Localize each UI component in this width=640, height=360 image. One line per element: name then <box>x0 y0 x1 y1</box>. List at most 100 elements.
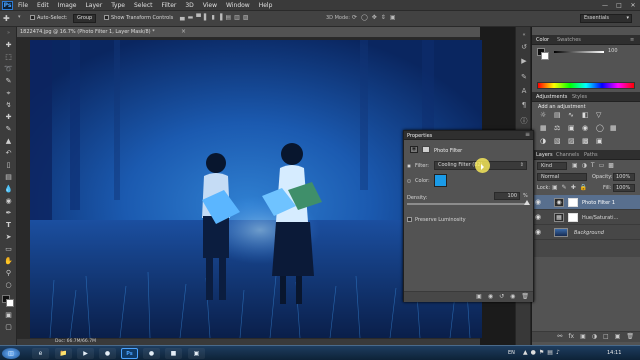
shape-tool-icon[interactable]: ▭ <box>3 245 14 253</box>
panel-menu-icon[interactable]: ≡ <box>525 131 530 138</box>
menu-help[interactable]: Help <box>259 2 273 9</box>
align-left-icon[interactable]: ▌ <box>204 14 209 21</box>
tab-layers[interactable]: Layers <box>536 152 553 158</box>
type-filter-icon[interactable]: T <box>591 162 595 169</box>
filter-color-swatch[interactable] <box>434 174 447 187</box>
curves-icon[interactable]: ∿ <box>568 111 580 122</box>
history-brush-tool-icon[interactable]: ↶ <box>3 149 14 157</box>
lock-all-icon[interactable]: 🔒 <box>580 184 587 191</box>
tray-app-icon[interactable]: ● <box>531 349 536 356</box>
layer-style-icon[interactable]: fx <box>568 332 574 342</box>
align-right-icon[interactable]: ▐ <box>218 14 223 21</box>
eyedropper-tool-icon[interactable]: ↯ <box>3 101 14 109</box>
layer-row[interactable]: ◉ ▦ Hue/Saturati... <box>532 210 640 225</box>
3d-tool-icon[interactable]: ○ <box>3 281 14 289</box>
move-tool-preset-icon[interactable]: ✚ <box>3 14 15 24</box>
tab-adjustments[interactable]: Adjustments <box>536 94 567 100</box>
visibility-eye-icon[interactable]: ◉ <box>535 228 541 236</box>
distribute-h-icon[interactable]: ▥ <box>234 14 240 21</box>
document-tab[interactable]: 1822474.jpg @ 16.7% (Photo Filter 1, Lay… <box>17 27 480 38</box>
clock-time[interactable]: 14:11 <box>607 350 621 356</box>
photo-filter-icon[interactable]: ◉ <box>582 124 594 135</box>
menu-window[interactable]: Window <box>226 2 250 9</box>
tray-arrow-icon[interactable]: ▲ <box>523 349 528 356</box>
tab-paths[interactable]: Paths <box>584 152 598 158</box>
3d-rotate-icon[interactable]: ⟳ <box>352 14 357 21</box>
tray-network-icon[interactable]: ▤ <box>547 349 553 356</box>
3d-scale-icon[interactable]: ▣ <box>390 14 396 21</box>
auto-select-checkbox[interactable] <box>30 15 35 20</box>
gradient-tool-icon[interactable]: ▤ <box>3 173 14 181</box>
panel-menu-icon[interactable]: ≡ <box>630 37 634 43</box>
posterize-icon[interactable]: ▧ <box>554 137 566 148</box>
taskbar-app4-icon[interactable]: ▣ <box>188 348 205 359</box>
taskbar-app3-icon[interactable]: ■ <box>165 348 182 359</box>
invert-icon[interactable]: ◑ <box>540 137 552 148</box>
preset-dropdown-icon[interactable]: ▾ <box>18 14 26 23</box>
levels-icon[interactable]: ▤ <box>554 111 566 122</box>
type-tool-icon[interactable]: T <box>3 221 14 229</box>
collapse-tools-icon[interactable]: » <box>3 29 14 37</box>
character-panel-icon[interactable]: A <box>519 87 529 96</box>
hue-saturation-icon[interactable]: ▦ <box>540 124 552 135</box>
adjustment-filter-icon[interactable]: ◑ <box>582 162 587 169</box>
background-color-swatch[interactable] <box>6 299 14 307</box>
3d-roll-icon[interactable]: ◯ <box>361 14 368 21</box>
stamp-tool-icon[interactable]: ▲ <box>3 137 14 145</box>
density-field[interactable]: 100 <box>494 192 520 200</box>
zoom-tool-icon[interactable]: ⚲ <box>3 269 14 277</box>
color-slider[interactable] <box>554 51 604 53</box>
black-white-icon[interactable]: ▣ <box>568 124 580 135</box>
paragraph-panel-icon[interactable]: ¶ <box>519 101 529 110</box>
lasso-tool-icon[interactable]: ➰ <box>3 65 14 73</box>
align-center-icon[interactable]: ▮ <box>212 14 215 21</box>
tab-styles[interactable]: Styles <box>572 94 587 100</box>
menu-image[interactable]: Image <box>58 2 77 9</box>
dodge-tool-icon[interactable]: ◉ <box>3 197 14 205</box>
minimize-icon[interactable]: — <box>598 0 612 10</box>
new-layer-icon[interactable]: ▣ <box>615 332 621 342</box>
collapse-dock-icon[interactable]: « <box>519 31 529 40</box>
info-panel-icon[interactable]: ⓘ <box>519 117 529 126</box>
visibility-eye-icon[interactable]: ◉ <box>535 198 541 206</box>
path-select-tool-icon[interactable]: ➤ <box>3 233 14 241</box>
brush-tool-icon[interactable]: ✎ <box>3 125 14 133</box>
brush-panel-icon[interactable]: ✎ <box>519 73 529 82</box>
properties-tab[interactable]: Properties <box>407 133 432 139</box>
reset-icon[interactable]: ↺ <box>499 293 504 300</box>
new-adjustment-icon[interactable]: ◑ <box>592 332 597 342</box>
filter-radio[interactable] <box>407 164 411 168</box>
smart-filter-icon[interactable]: ▩ <box>608 162 614 169</box>
brightness-contrast-icon[interactable]: ☼ <box>540 111 552 122</box>
pen-tool-icon[interactable]: ✒ <box>3 209 14 217</box>
density-slider-thumb[interactable] <box>524 200 530 205</box>
menu-filter[interactable]: Filter <box>162 2 177 9</box>
taskbar-ie-icon[interactable]: e <box>32 348 49 359</box>
hand-tool-icon[interactable]: ✋ <box>3 257 14 265</box>
preserve-luminosity-checkbox[interactable] <box>407 217 412 222</box>
align-middle-icon[interactable]: ▬ <box>188 14 194 21</box>
auto-select-dropdown[interactable]: Group <box>73 14 97 23</box>
layer-row[interactable]: ◉ Background <box>532 225 640 240</box>
close-icon[interactable]: ✕ <box>626 0 640 10</box>
quick-mask-icon[interactable]: ▣ <box>3 311 14 319</box>
color-radio[interactable] <box>407 179 411 183</box>
eraser-tool-icon[interactable]: ▯ <box>3 161 14 169</box>
layer-mask-thumbnail[interactable] <box>568 198 578 207</box>
delete-layer-icon[interactable]: 🗑 <box>626 332 634 342</box>
add-mask-icon[interactable]: ▣ <box>580 332 586 342</box>
tray-flag-icon[interactable]: ⚑ <box>539 349 544 356</box>
menu-edit[interactable]: Edit <box>37 2 49 9</box>
menu-select[interactable]: Select <box>134 2 153 9</box>
blur-tool-icon[interactable]: 💧 <box>3 185 14 193</box>
healing-tool-icon[interactable]: ✚ <box>3 113 14 121</box>
color-balance-icon[interactable]: ⚖ <box>554 124 566 135</box>
blend-mode-dropdown[interactable]: Normal <box>537 173 587 181</box>
layer-filter-kind[interactable]: Kind <box>537 162 567 170</box>
marquee-tool-icon[interactable]: ⬚ <box>3 53 14 61</box>
pixel-filter-icon[interactable]: ▣ <box>572 162 578 169</box>
tab-swatches[interactable]: Swatches <box>557 37 581 43</box>
shape-filter-icon[interactable]: ▭ <box>599 162 605 169</box>
link-layers-icon[interactable]: ⚯ <box>557 332 562 342</box>
quick-select-tool-icon[interactable]: ✎ <box>3 77 14 85</box>
